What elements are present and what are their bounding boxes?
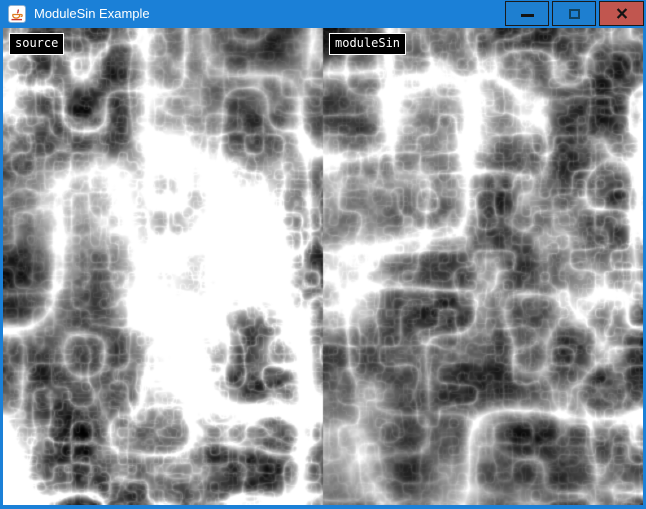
maximize-button[interactable] (552, 1, 596, 26)
app-window: ModuleSin Example source moduleSin (0, 0, 646, 509)
window-title: ModuleSin Example (34, 0, 150, 27)
close-button[interactable] (599, 1, 644, 26)
noise-texture-canvas (3, 28, 643, 505)
maximize-icon (569, 9, 580, 19)
java-coffee-cup-icon (8, 5, 26, 23)
panel-label-modulesin: moduleSin (329, 33, 406, 55)
titlebar[interactable]: ModuleSin Example (0, 0, 646, 28)
window-controls (505, 1, 644, 26)
close-icon (616, 8, 628, 19)
minimize-button[interactable] (505, 1, 549, 26)
panel-label-source: source (9, 33, 64, 55)
render-area: source moduleSin (3, 28, 643, 505)
minimize-icon (521, 14, 534, 17)
